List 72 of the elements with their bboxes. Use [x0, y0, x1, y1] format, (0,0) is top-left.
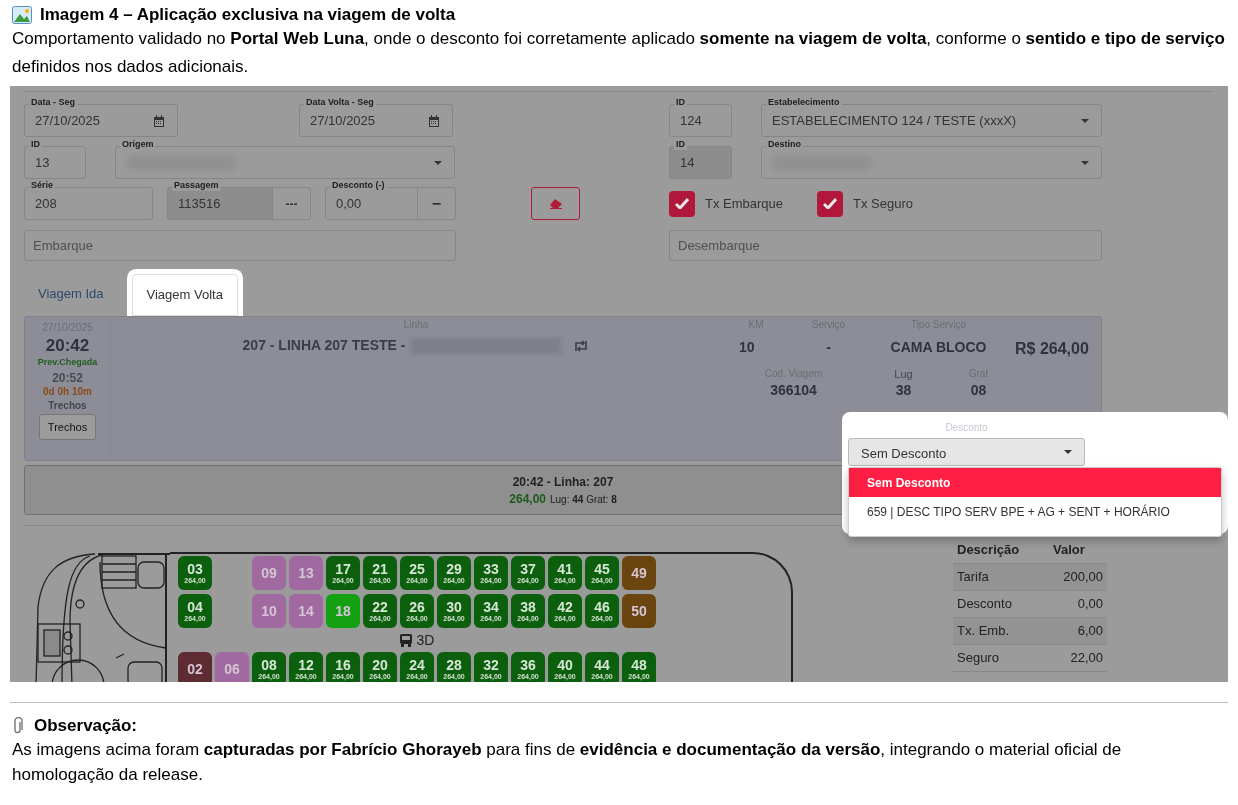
picture-icon: [12, 6, 32, 24]
eraser-button[interactable]: [531, 187, 580, 220]
duration: 0d 0h 10m: [43, 387, 92, 397]
summary-details: Lug: 44 Grat: 8: [550, 494, 617, 505]
heading-title: Imagem 4 – Aplicação exclusiva na viagem de volta: [40, 4, 456, 26]
service-type-value: CAMA BLOCO: [889, 340, 988, 357]
caret-icon: [1081, 119, 1089, 123]
intro-paragraph: Comportamento validado no Portal Web Luna, onde o desconto foi corretamente aplicado somente na viagem de volta, conforme o sentido e tipo de serviço definidos nos dados adicionais.: [12, 28, 1226, 78]
field-label: Desconto (-): [330, 180, 387, 191]
checkbox[interactable]: [669, 190, 695, 217]
eraser-icon: [548, 198, 563, 209]
swap-icon: [573, 339, 590, 352]
minus-button[interactable]: −: [417, 188, 455, 219]
alighting-field[interactable]: Desembarque: [669, 230, 1102, 261]
field-label: Estabelecimento: [766, 97, 842, 108]
caret-icon: [434, 161, 442, 165]
dropdown-option[interactable]: Sem Desconto: [849, 468, 1221, 497]
paperclip-icon: [12, 717, 24, 735]
seats-label: Lug: [893, 369, 914, 380]
seat[interactable]: 49: [622, 556, 656, 590]
column-header: Descrição: [956, 540, 1021, 559]
trip-code-value: 366104: [769, 383, 818, 397]
table-cell-text: Tarifa: [956, 568, 990, 587]
line-name: 207 - LINHA 207 TESTE -: [242, 336, 406, 355]
field-label: ID: [674, 97, 687, 108]
discount-select[interactable]: Sem Desconto: [848, 438, 1085, 466]
table-cell-text: 6,00: [1077, 622, 1104, 641]
free-seats-value: 08: [969, 383, 988, 397]
field-label: Passagem: [172, 180, 221, 191]
calendar-icon: [153, 114, 165, 127]
dropdown-option[interactable]: 659 | DESC TIPO SERV BPE + AG + SENT + HORÁRIO: [849, 497, 1221, 526]
seat[interactable]: 02: [178, 652, 212, 682]
arrival-label: Prev.Chegada: [37, 358, 98, 367]
field-label: Data - Seg: [29, 97, 77, 108]
tab[interactable]: Viagem Ida: [24, 276, 118, 312]
note-title: Observação:: [34, 715, 137, 737]
check-icon: [823, 198, 838, 209]
seat[interactable]: 50: [622, 594, 656, 628]
checkbox-label: Tx Embarque: [705, 194, 784, 213]
table-cell-text: 0,00: [1077, 595, 1104, 614]
arrival-time: 20:52: [52, 372, 83, 384]
table-cell-text: 22,00: [1070, 649, 1104, 668]
table-cell-text: 200,00: [1063, 568, 1104, 587]
caret-icon: [1064, 450, 1072, 454]
calendar-icon: [428, 114, 440, 127]
segments-label: Trechos: [48, 401, 87, 411]
field-label: Origem: [120, 139, 156, 150]
departure-time: 20:42: [45, 337, 90, 354]
field-label: Série: [29, 180, 56, 191]
summary-title: 20:42 - Linha: 207: [512, 475, 614, 488]
checkbox-label: Tx Seguro: [853, 194, 914, 213]
check-icon: [675, 198, 689, 209]
trip-price: R$ 264,00: [1015, 339, 1089, 359]
segments-button[interactable]: Trechos: [38, 414, 97, 440]
caret-icon: [1081, 161, 1089, 165]
bus-icon: [398, 633, 413, 647]
field-label: Data Volta - Seg: [304, 97, 376, 108]
km-value: 10: [738, 340, 756, 357]
seats-value: 38: [894, 383, 913, 397]
column-header: Valor: [1053, 540, 1085, 559]
field-label: ID: [29, 139, 42, 150]
service-value: -: [825, 340, 832, 357]
table-cell-text: Tx. Emb.: [956, 622, 1010, 641]
table-cell-text: Desconto: [956, 595, 1013, 614]
boarding-field[interactable]: Embarque: [24, 230, 456, 261]
table-cell-text: Seguro: [956, 649, 1000, 668]
field-label: ID: [674, 139, 687, 150]
checkbox[interactable]: [817, 190, 844, 217]
note-paragraph: As imagens acima foram capturadas por Fabrício Ghorayeb para fins de evidência e documentação da versão, integrando o material oficial de homologação da release.: [12, 739, 1123, 786]
deck-label: 3D: [416, 630, 435, 650]
summary-price: 264,00: [509, 492, 546, 505]
field-label: Destino: [766, 139, 803, 150]
